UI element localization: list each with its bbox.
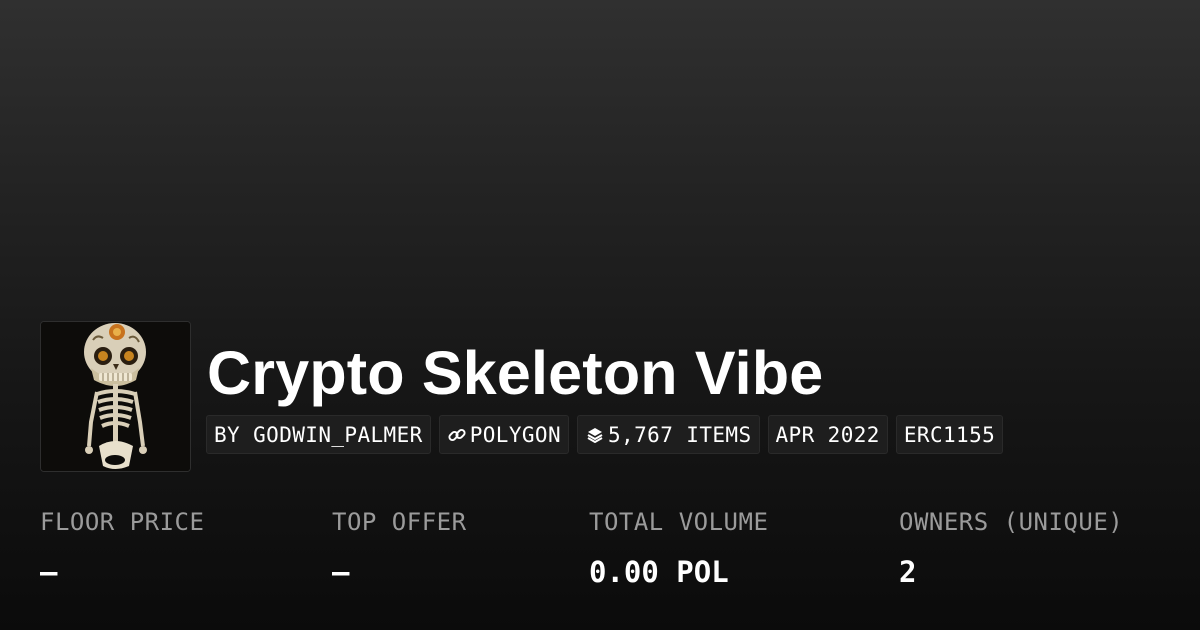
- stat-label: TOTAL VOLUME: [589, 508, 769, 536]
- creator-tag[interactable]: BY GODWIN_PALMER: [206, 415, 431, 454]
- chain-tag[interactable]: POLYGON: [438, 415, 570, 454]
- chain-label: POLYGON: [469, 422, 562, 447]
- stat-floor-price: FLOOR PRICE –: [40, 504, 204, 590]
- created-date-label: APR 2022: [775, 422, 880, 447]
- token-standard-tag: ERC1155: [895, 415, 1004, 454]
- items-label: 5,767 ITEMS: [608, 422, 752, 447]
- items-tag: 5,767 ITEMS: [577, 415, 760, 454]
- collection-title: Crypto Skeleton Vibe: [207, 339, 824, 407]
- link-icon: [447, 425, 467, 445]
- stat-label: TOP OFFER: [332, 508, 467, 536]
- collection-tags: BY GODWIN_PALMER POLYGON 5,767 ITEMS APR…: [206, 415, 1004, 454]
- creator-label: BY GODWIN_PALMER: [214, 422, 423, 447]
- token-standard-label: ERC1155: [903, 422, 996, 447]
- stat-value: 0.00 POL: [589, 555, 729, 589]
- skeleton-image: [41, 322, 190, 471]
- stat-owners: OWNERS (UNIQUE) 2: [899, 504, 1123, 590]
- stat-value: –: [332, 555, 350, 589]
- collection-thumbnail: [40, 321, 191, 472]
- created-date-tag: APR 2022: [767, 415, 888, 454]
- stat-total-volume: TOTAL VOLUME 0.00 POL: [589, 504, 768, 590]
- stat-value: 2: [899, 555, 917, 589]
- stat-label: FLOOR PRICE: [40, 508, 205, 536]
- layers-icon: [585, 425, 605, 445]
- stat-top-offer: TOP OFFER –: [332, 504, 467, 590]
- stat-value: –: [40, 555, 58, 589]
- stat-label: OWNERS (UNIQUE): [899, 508, 1124, 536]
